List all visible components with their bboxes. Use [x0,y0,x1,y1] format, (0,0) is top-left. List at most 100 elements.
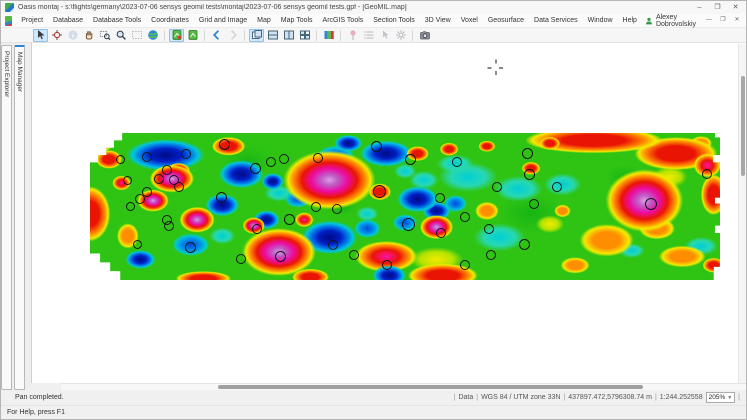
target-tool-button[interactable] [49,29,64,42]
anomaly-marker [349,250,359,260]
horizontal-scrollbar-thumb[interactable] [218,385,643,389]
toolbar-separator [340,30,341,41]
status-separator: | [476,394,478,401]
status-separator: | [655,394,657,401]
pan-tool-button[interactable] [33,29,48,42]
sidebar-tab-map-manager[interactable]: Map Manager [14,45,25,390]
sidebar-tabstrip: Project ExplorerMap Manager [1,43,31,390]
anomaly-marker [236,254,246,264]
forward-nav-button[interactable] [225,29,240,42]
window-arrange-icon [299,29,311,41]
anomaly-marker [702,169,712,179]
anomaly-marker [219,139,230,150]
anomaly-marker [371,141,382,152]
restore-button[interactable]: ❐ [709,2,726,13]
menu-item-3d-view[interactable]: 3D View [420,15,456,26]
menu-bar: ProjectDatabaseDatabase ToolsCoordinates… [1,14,746,28]
window-tile-h-icon [267,29,279,41]
camera-icon [419,29,431,41]
anomaly-marker [484,224,494,234]
info-tool-button[interactable] [65,29,80,42]
window-tile-v-button[interactable] [281,29,296,42]
camera-button[interactable] [417,29,432,42]
anomaly-marker [519,239,530,250]
status-separator: | [563,394,565,401]
menu-item-map-tools[interactable]: Map Tools [276,15,318,26]
map-doc-marker-button[interactable] [169,29,184,42]
mdi-close-button[interactable]: ✕ [730,15,744,26]
zoom-level-value: 205% [709,394,726,401]
menu-item-map[interactable]: Map [252,15,276,26]
anomaly-marker [402,218,415,231]
vertical-scrollbar[interactable] [738,44,746,383]
menu-item-data-services[interactable]: Data Services [529,15,583,26]
gear-button[interactable] [393,29,408,42]
menu-item-section-tools[interactable]: Section Tools [368,15,420,26]
palette-button[interactable] [321,29,336,42]
mdi-minimize-button[interactable]: — [702,15,716,26]
menu-item-grid-and-image[interactable]: Grid and Image [194,15,252,26]
toolbar-separator [204,30,205,41]
toolbar-separator [316,30,317,41]
user-account[interactable]: Alexey Dobrovolskiy [642,13,699,29]
anomaly-marker [552,182,562,192]
window-cascade-button[interactable] [249,29,264,42]
anomaly-marker [154,174,164,184]
menu-item-database[interactable]: Database [48,15,88,26]
menu-item-project[interactable]: Project [16,15,48,26]
anomaly-marker [522,148,533,159]
back-nav-icon [211,29,223,41]
minimize-button[interactable]: – [691,2,708,13]
menu-item-geosurface[interactable]: Geosurface [483,15,529,26]
close-button[interactable]: ✕ [727,2,744,13]
zoom-level-dropdown[interactable]: 205% ▼ [706,392,736,403]
user-name: Alexey Dobrovolskiy [656,14,696,28]
list-button[interactable] [361,29,376,42]
zoom-box-tool-button[interactable] [97,29,112,42]
pin-icon [347,29,359,41]
back-nav-button[interactable] [209,29,224,42]
hand-tool-button[interactable] [81,29,96,42]
sidebar-tab-project-explorer[interactable]: Project Explorer [1,45,12,390]
anomaly-marker [328,240,338,250]
forward-nav-icon [227,29,239,41]
app-logo-icon [5,3,14,12]
menu-item-voxel[interactable]: Voxel [456,15,483,26]
anomaly-marker [116,155,125,164]
status-segment-1: WGS 84 / UTM zone 33N [481,394,560,401]
target-tool-icon [51,29,63,41]
select-rect-tool-icon [131,29,143,41]
map-doc-button[interactable] [185,29,200,42]
anomaly-marker [524,169,535,180]
status-segment-0: Data [458,394,473,401]
select-rect-tool-button[interactable] [129,29,144,42]
menu-item-arcgis-tools[interactable]: ArcGIS Tools [318,15,369,26]
window-cascade-icon [251,29,263,41]
anomaly-marker [142,152,152,162]
window-tile-h-button[interactable] [265,29,280,42]
globe-tool-button[interactable] [145,29,160,42]
anomaly-marker [266,157,276,167]
anomaly-marker [216,192,227,203]
mdi-restore-button[interactable]: ❐ [716,15,730,26]
window-arrange-button[interactable] [297,29,312,42]
pin-button[interactable] [345,29,360,42]
vertical-scrollbar-thumb[interactable] [741,76,745,176]
zoom-tool-button[interactable] [113,29,128,42]
user-icon [645,17,653,25]
info-tool-icon [67,29,79,41]
anomaly-marker [373,185,386,198]
anomaly-marker [460,212,470,222]
menu-item-coordinates[interactable]: Coordinates [146,15,194,26]
anomaly-marker [529,199,539,209]
menu-item-database-tools[interactable]: Database Tools [88,15,146,26]
menu-item-window[interactable]: Window [583,15,618,26]
zoom-tool-icon [115,29,127,41]
horizontal-scrollbar[interactable] [61,383,746,390]
menu-item-help[interactable]: Help [618,15,642,26]
cursor-info-button[interactable] [377,29,392,42]
window-title: Oasis montaj - s:\flights\germany\2023-0… [18,4,691,11]
status-bar: Pan completed. |Data|WGS 84 / UTM zone 3… [1,390,746,405]
map-canvas[interactable] [90,133,720,280]
title-bar: Oasis montaj - s:\flights\germany\2023-0… [1,1,746,14]
